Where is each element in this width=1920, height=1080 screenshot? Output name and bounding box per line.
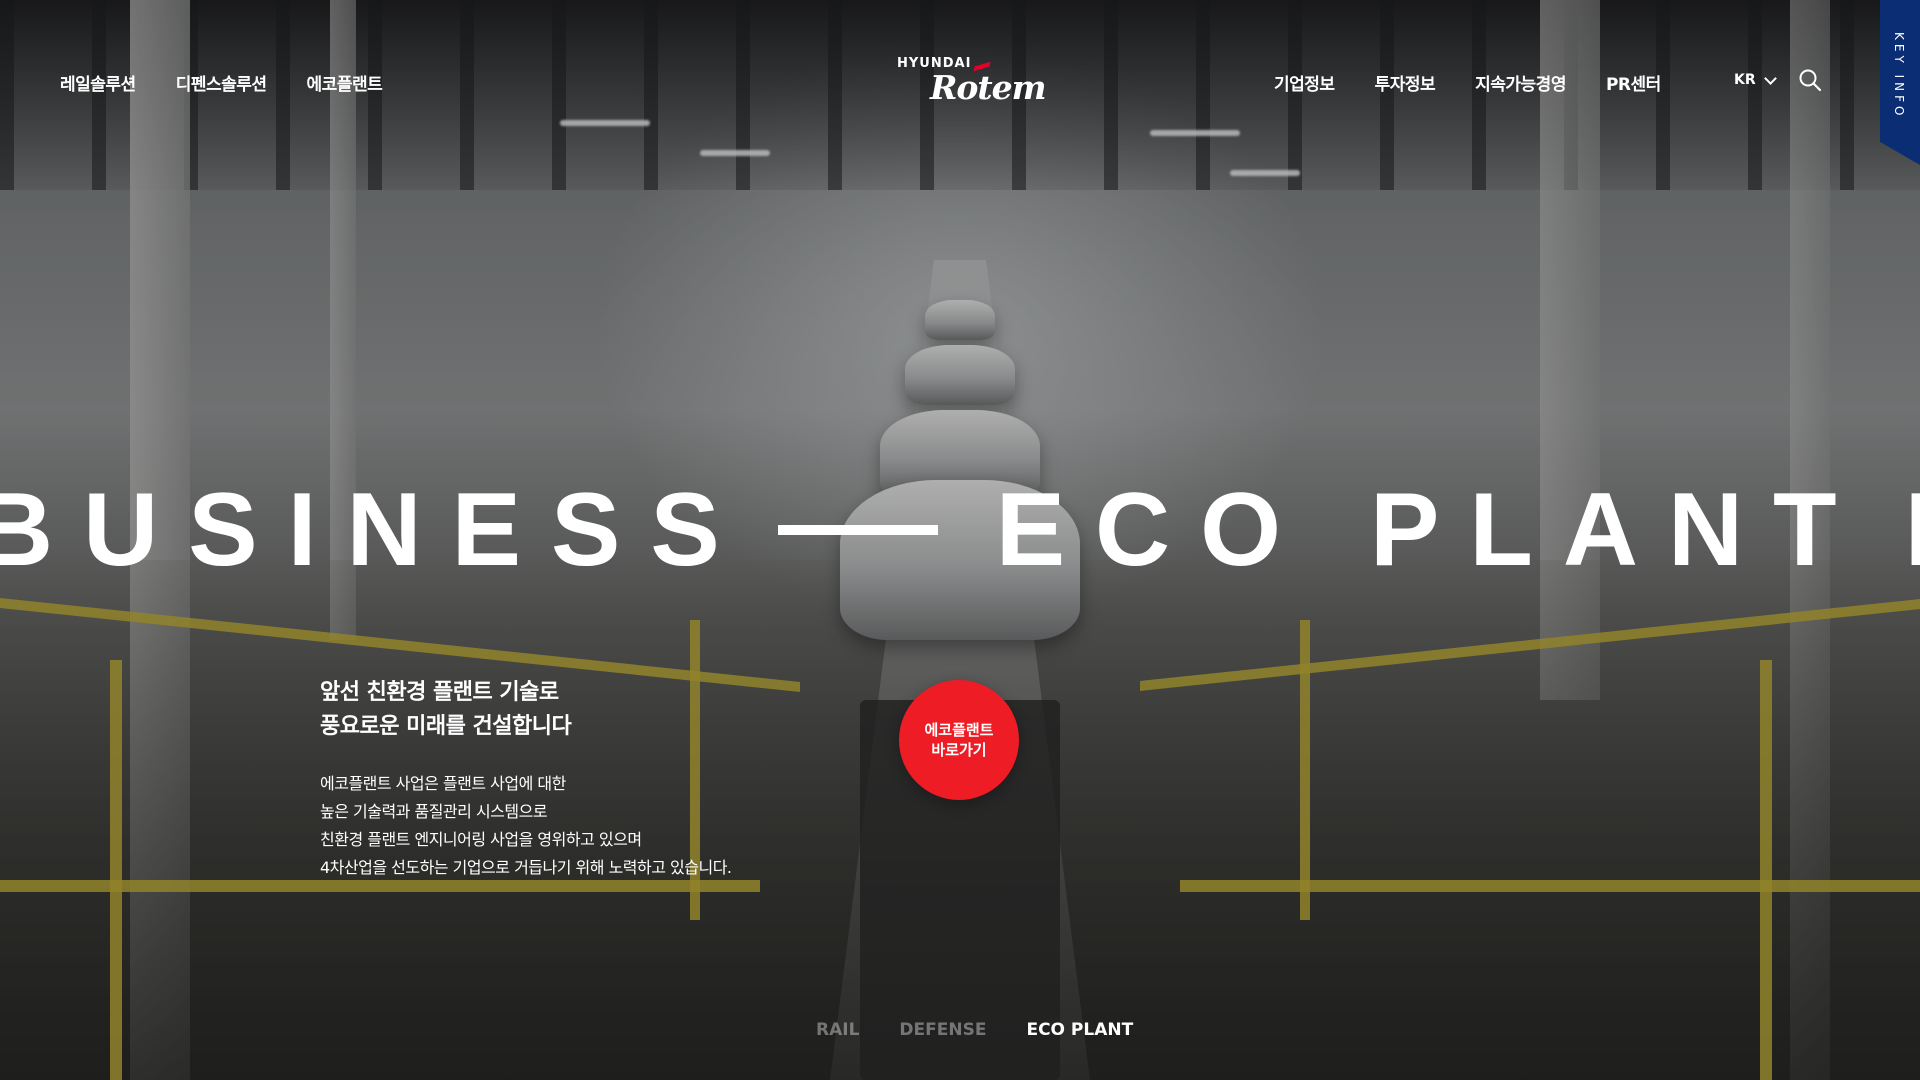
key-info-label: KEY INFO bbox=[1892, 32, 1906, 120]
nav-investor-info[interactable]: 투자정보 bbox=[1375, 70, 1436, 95]
headline-line: 앞선 친환경 플랜트 기술로 bbox=[320, 680, 559, 705]
nav-sustainability[interactable]: 지속가능경영 bbox=[1475, 70, 1566, 95]
search-icon[interactable] bbox=[1798, 68, 1822, 92]
description-line: 친환경 플랜트 엔지니어링 사업을 영위하고 있으며 bbox=[320, 830, 642, 849]
description-line: 에코플랜트 사업은 플랜트 사업에 대한 bbox=[320, 774, 566, 793]
nav-pr-center[interactable]: PR센터 bbox=[1606, 70, 1661, 95]
nav-eco-plant[interactable]: 에코플랜트 bbox=[307, 70, 383, 95]
key-info-tab[interactable]: KEY INFO bbox=[1880, 0, 1920, 165]
chevron-down-icon bbox=[1763, 71, 1777, 85]
cta-label-line: 에코플랜트 bbox=[924, 721, 994, 739]
tab-rail[interactable]: RAIL bbox=[816, 1020, 859, 1040]
nav-rail-solution[interactable]: 레일솔루션 bbox=[60, 70, 136, 95]
description-line: 4차산업을 선도하는 기업으로 거듭나기 위해 노력하고 있습니다. bbox=[320, 858, 732, 877]
marquee-dash bbox=[777, 525, 938, 535]
business-tabs: RAIL DEFENSE ECO PLANT bbox=[816, 1020, 1133, 1040]
tab-eco-plant[interactable]: ECO PLANT bbox=[1026, 1020, 1133, 1040]
logo-wordmark-main: Rotem bbox=[930, 68, 1047, 107]
business-marquee: BUSINESS ECO PLANT E bbox=[0, 478, 1920, 582]
language-label: KR bbox=[1734, 72, 1756, 88]
eco-plant-shortcut-button[interactable]: 에코플랜트 바로가기 bbox=[899, 680, 1019, 800]
language-selector[interactable]: KR bbox=[1734, 71, 1777, 88]
description-line: 높은 기술력과 품질관리 시스템으로 bbox=[320, 802, 548, 821]
headline-line: 풍요로운 미래를 건설합니다 bbox=[320, 714, 572, 739]
marquee-word-tail: E bbox=[1905, 478, 1920, 582]
hero-description: 에코플랜트 사업은 플랜트 사업에 대한 높은 기술력과 품질관리 시스템으로 … bbox=[320, 770, 732, 882]
hero-headline: 앞선 친환경 플랜트 기술로 풍요로운 미래를 건설합니다 bbox=[320, 676, 572, 744]
marquee-word-eco-plant: ECO PLANT bbox=[995, 472, 1867, 588]
nav-company-info[interactable]: 기업정보 bbox=[1274, 70, 1335, 95]
marquee-word-business: BUSINESS bbox=[0, 472, 750, 588]
main-nav-left: 레일솔루션 디펜스솔루션 에코플랜트 bbox=[60, 70, 383, 95]
tab-defense[interactable]: DEFENSE bbox=[899, 1020, 986, 1040]
main-nav-right: 기업정보 투자정보 지속가능경영 PR센터 bbox=[1274, 70, 1661, 95]
nav-defense-solution[interactable]: 디펜스솔루션 bbox=[176, 70, 267, 95]
hyundai-rotem-logo[interactable]: HYUNDAI Rotem bbox=[897, 56, 1047, 107]
cta-label-line: 바로가기 bbox=[931, 741, 987, 759]
